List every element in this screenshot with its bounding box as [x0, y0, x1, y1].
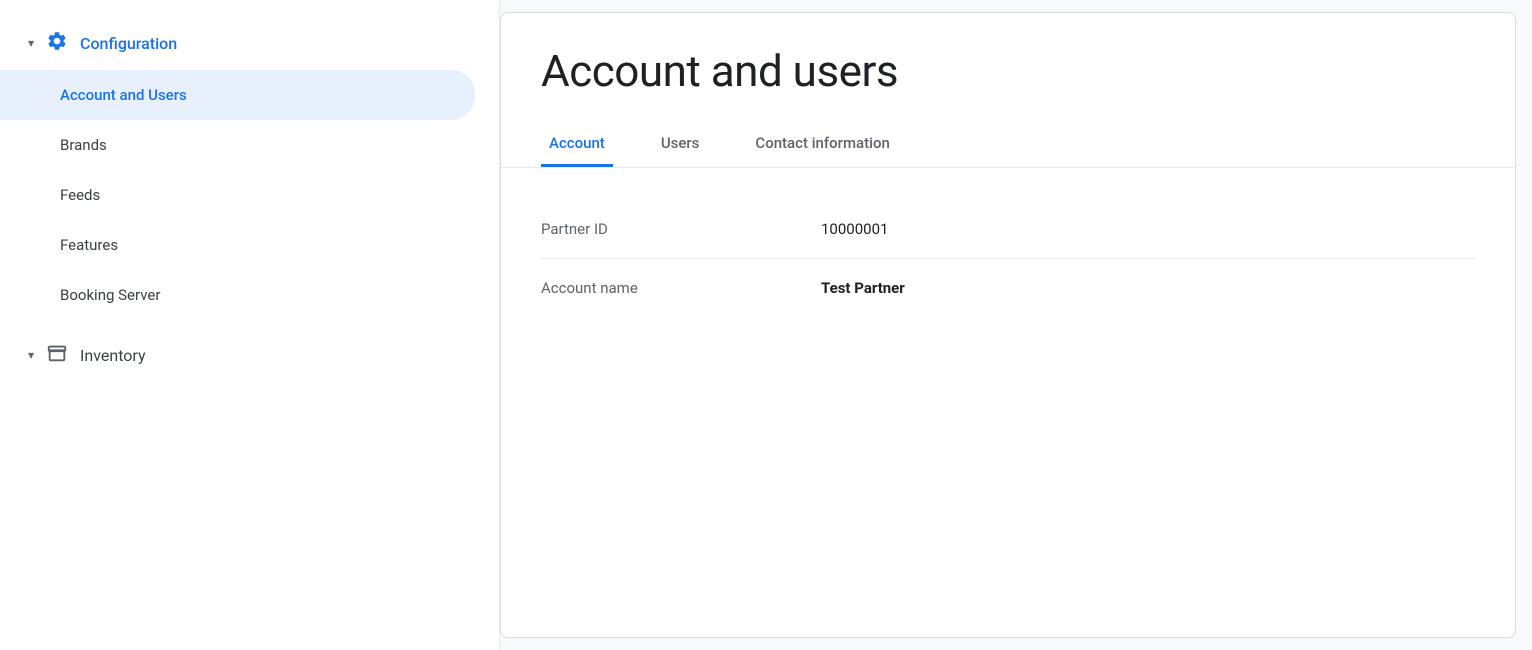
- sidebar-item-label: Account and Users: [60, 86, 187, 104]
- sidebar-item-account-and-users[interactable]: Account and Users: [0, 70, 475, 120]
- sidebar-item-label: Booking Server: [60, 286, 160, 304]
- partner-id-value: 10000001: [821, 220, 888, 238]
- sidebar-item-feeds[interactable]: Feeds: [0, 170, 475, 220]
- account-name-value: Test Partner: [821, 279, 905, 297]
- sidebar-item-booking-server[interactable]: Booking Server: [0, 270, 475, 320]
- sidebar-item-label: Features: [60, 236, 118, 254]
- partner-id-row: Partner ID 10000001: [541, 200, 1475, 259]
- configuration-label: Configuration: [80, 34, 177, 53]
- sidebar-inventory[interactable]: ▾ Inventory: [0, 328, 499, 382]
- main-content: Account and users Account Users Contact …: [500, 12, 1516, 638]
- sidebar-item-features[interactable]: Features: [0, 220, 475, 270]
- sidebar-item-label: Brands: [60, 136, 107, 154]
- inventory-label: Inventory: [80, 346, 146, 365]
- tab-users[interactable]: Users: [653, 122, 708, 167]
- partner-id-label: Partner ID: [541, 220, 821, 238]
- page-header: Account and users: [501, 13, 1515, 122]
- tab-account[interactable]: Account: [541, 122, 613, 167]
- sidebar-configuration[interactable]: ▾ Configuration: [0, 16, 499, 70]
- account-name-label: Account name: [541, 279, 821, 297]
- sidebar-item-brands[interactable]: Brands: [0, 120, 475, 170]
- store-icon: [46, 342, 68, 368]
- page-title: Account and users: [541, 45, 1475, 98]
- chevron-down-icon: ▾: [28, 36, 34, 50]
- chevron-down-icon: ▾: [28, 348, 34, 362]
- tab-contact-information[interactable]: Contact information: [747, 122, 897, 167]
- tab-content-account: Partner ID 10000001 Account name Test Pa…: [501, 168, 1515, 637]
- gear-icon: [46, 30, 68, 56]
- tabs-bar: Account Users Contact information: [501, 122, 1515, 168]
- sidebar-item-label: Feeds: [60, 186, 100, 204]
- account-name-row: Account name Test Partner: [541, 259, 1475, 317]
- sidebar: ▾ Configuration Account and Users Brands…: [0, 0, 500, 650]
